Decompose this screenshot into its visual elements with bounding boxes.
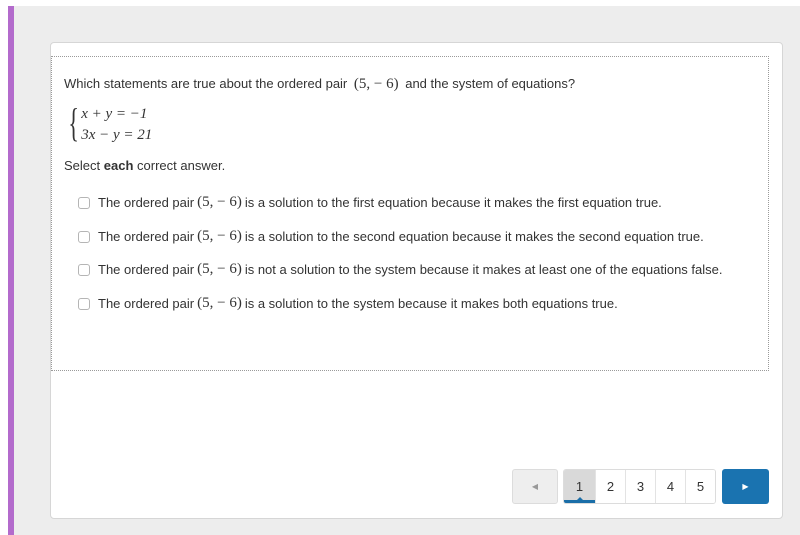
- instruction-bold: each: [103, 158, 134, 173]
- checkbox[interactable]: [78, 196, 90, 209]
- option-text-pre: The ordered pair: [98, 296, 195, 311]
- brace-icon: {: [68, 100, 79, 145]
- ordered-pair: (5, − 6): [353, 76, 399, 92]
- caret-right-icon: ▶: [742, 482, 749, 491]
- prompt-text-start: Which statements are true about the orde…: [64, 76, 348, 91]
- instruction-text: Select each correct answer.: [64, 158, 225, 173]
- checkbox[interactable]: [78, 230, 90, 243]
- answer-option-1[interactable]: The ordered pair (5, − 6) is a solution …: [78, 194, 662, 211]
- page-button-2[interactable]: 2: [595, 470, 625, 503]
- instruction-pre: Select: [64, 158, 101, 173]
- page-selector: 1 2 3 4 5: [563, 469, 716, 504]
- page-button-5[interactable]: 5: [685, 470, 715, 503]
- ordered-pair: (5, − 6): [197, 194, 242, 210]
- ordered-pair: (5, − 6): [197, 261, 242, 277]
- option-text-pre: The ordered pair: [98, 229, 195, 244]
- ordered-pair: (5, − 6): [197, 295, 242, 311]
- checkbox[interactable]: [78, 263, 90, 276]
- option-text-post: is a solution to the first equation beca…: [244, 195, 662, 210]
- option-text-post: is a solution to the second equation bec…: [244, 229, 704, 244]
- caret-left-icon: ◀: [531, 482, 539, 491]
- checkbox[interactable]: [78, 297, 90, 310]
- option-text-pre: The ordered pair: [98, 262, 195, 277]
- option-text-pre: The ordered pair: [98, 195, 195, 210]
- equation-1: x + y = −1: [81, 106, 148, 122]
- answer-option-3[interactable]: The ordered pair (5, − 6) is not a solut…: [78, 261, 723, 278]
- prompt-text-end: and the system of equations?: [405, 76, 576, 91]
- question-area: [51, 56, 769, 371]
- page-button-4[interactable]: 4: [655, 470, 685, 503]
- answer-option-2[interactable]: The ordered pair (5, − 6) is a solution …: [78, 228, 704, 245]
- ordered-pair: (5, − 6): [197, 228, 242, 244]
- option-text-post: is a solution to the system because it m…: [244, 296, 618, 311]
- option-text-post: is not a solution to the system because …: [244, 262, 723, 277]
- equation-system: { x + y = −1 3x − y = 21: [64, 102, 152, 148]
- answer-option-4[interactable]: The ordered pair (5, − 6) is a solution …: [78, 295, 618, 312]
- page-button-1[interactable]: 1: [564, 470, 595, 503]
- next-button[interactable]: ▶: [722, 469, 769, 504]
- instruction-post: correct answer.: [137, 158, 226, 173]
- question-prompt: Which statements are true about the orde…: [64, 76, 575, 93]
- page-button-3[interactable]: 3: [625, 470, 655, 503]
- equation-2: 3x − y = 21: [81, 127, 153, 143]
- previous-button[interactable]: ◀: [512, 469, 558, 504]
- accent-bar: [8, 6, 14, 535]
